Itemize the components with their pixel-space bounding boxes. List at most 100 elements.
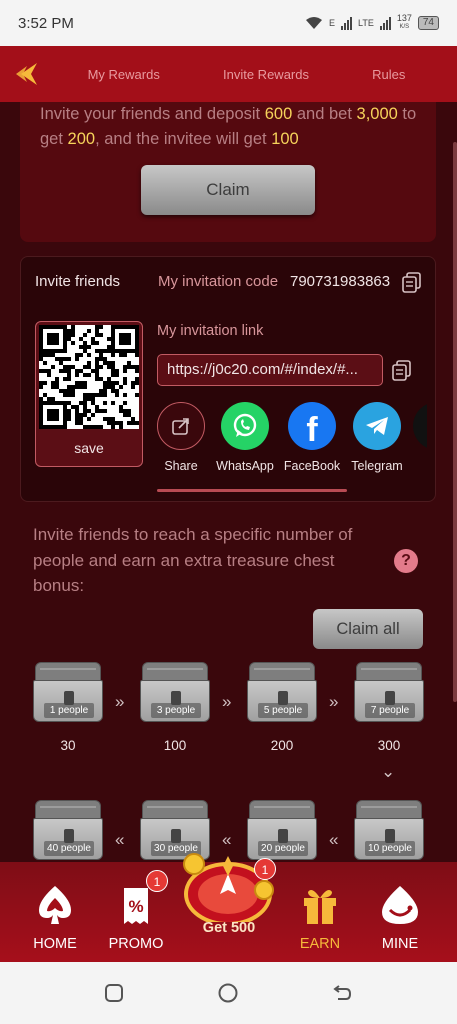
more-share-icon	[413, 402, 427, 450]
bottom-nav: HOME % 1 PROMO 1 Get 500 EARN MINE	[0, 853, 457, 962]
chest-lid	[249, 662, 315, 682]
reward-amount: 200	[67, 130, 96, 148]
promo-badge: 1	[146, 870, 168, 892]
treasure-chest[interactable]: 40 people	[33, 800, 103, 860]
back-button[interactable]	[0, 46, 56, 102]
treasure-chest[interactable]: 20 people	[247, 800, 317, 860]
nav-label-earn: EARN	[299, 936, 341, 952]
nav-mine[interactable]: MINE	[360, 862, 440, 962]
treasure-description: Invite friends to reach a specific numbe…	[33, 525, 353, 595]
network-e-label: E	[328, 18, 335, 28]
copy-link-icon[interactable]	[391, 359, 413, 381]
whatsapp-label: WhatsApp	[216, 459, 274, 473]
qr-code-image	[39, 325, 139, 429]
chest-lid	[142, 800, 208, 820]
coupon-icon: %	[124, 888, 148, 924]
promo-text: Invite your friends and deposit 600 and …	[40, 102, 420, 152]
chest-reward-value: 200	[270, 738, 294, 753]
tab-rules[interactable]: Rules	[372, 67, 405, 82]
qr-code-icon	[39, 325, 139, 429]
scrollbar[interactable]	[453, 142, 457, 702]
promo-part: and bet	[296, 105, 352, 123]
nav-promo[interactable]: % 1 PROMO	[96, 862, 176, 962]
invitation-code-value: 790731983863	[290, 273, 391, 290]
nav-home[interactable]: HOME	[15, 862, 95, 962]
facebook-label: FaceBook	[283, 459, 341, 473]
telegram-label: Telegram	[351, 459, 403, 473]
arrow-left-icon: «	[222, 830, 232, 849]
invitee-amount: 100	[271, 130, 299, 148]
treasure-chest[interactable]: 30 people	[140, 800, 210, 860]
share-option-more[interactable]	[413, 402, 427, 450]
share-option-whatsapp[interactable]: WhatsApp	[215, 402, 275, 473]
chest-body: 1 people	[33, 680, 103, 722]
recent-apps-icon[interactable]	[103, 982, 125, 1004]
arrow-right-icon: »	[222, 692, 232, 711]
signal-icon	[341, 16, 352, 30]
share-option-share[interactable]: Share	[151, 402, 211, 473]
qr-code-panel[interactable]: save	[35, 321, 143, 467]
main-content[interactable]: Invite your friends and deposit 600 and …	[0, 102, 457, 862]
share-label: Share	[164, 459, 198, 473]
facebook-icon: f	[288, 402, 336, 450]
chest-people-label: 1 people	[44, 703, 94, 718]
chest-body: 40 people	[33, 818, 103, 860]
invite-title: Invite friends	[35, 273, 121, 290]
chest-body: 7 people	[354, 680, 424, 722]
nav-label-promo: PROMO	[108, 936, 164, 952]
tab-my-rewards[interactable]: My Rewards	[88, 67, 160, 82]
copy-code-icon[interactable]	[401, 271, 423, 293]
speed-unit: K/S	[399, 24, 410, 30]
treasure-chest[interactable]: 5 people	[247, 662, 317, 722]
chest-reward-value: 30	[60, 738, 76, 753]
chest-people-label: 40 people	[44, 841, 94, 856]
treasure-chest[interactable]: 10 people	[354, 800, 424, 860]
share-option-telegram[interactable]: Telegram	[347, 402, 407, 473]
treasure-chest[interactable]: 7 people	[354, 662, 424, 722]
network-speed: 137 K/S	[397, 14, 412, 32]
battery-icon: 74	[417, 16, 439, 30]
invitation-link-label: My invitation link	[157, 323, 264, 339]
nav-earn[interactable]: EARN	[280, 862, 360, 962]
system-nav-bar	[0, 962, 457, 1024]
nav-label-get-500: Get 500	[202, 920, 256, 936]
wheel-badge: 1	[254, 858, 276, 880]
telegram-icon	[353, 402, 401, 450]
share-scroll-indicator	[157, 489, 347, 492]
share-option-facebook[interactable]: f FaceBook	[282, 402, 342, 473]
claim-all-button[interactable]: Claim all	[313, 609, 423, 649]
share-options: Share WhatsApp f FaceBook Telegram	[157, 402, 427, 482]
tab-bar: My Rewards Invite Rewards Rules	[56, 67, 457, 82]
nav-get-500[interactable]: 1 Get 500	[183, 853, 276, 962]
invitation-code-label: My invitation code	[158, 273, 279, 290]
deposit-reward-card: Invite your friends and deposit 600 and …	[20, 102, 436, 242]
chest-lid	[356, 662, 422, 682]
treasure-chest[interactable]: 3 people	[140, 662, 210, 722]
chest-people-label: 7 people	[365, 703, 415, 718]
arrow-left-icon: «	[329, 830, 339, 849]
whatsapp-icon	[221, 402, 269, 450]
treasure-chest[interactable]: 1 people	[33, 662, 103, 722]
chest-lid	[35, 662, 101, 682]
home-system-icon[interactable]	[217, 982, 239, 1004]
nav-label-mine: MINE	[381, 936, 419, 952]
gift-icon	[304, 890, 336, 924]
arrow-right-icon: »	[329, 692, 339, 711]
promo-part: , and the invitee will get	[95, 130, 267, 148]
deposit-amount: 600	[264, 105, 293, 123]
help-icon[interactable]: ?	[394, 549, 418, 573]
status-icons: E LTE 137 K/S 74	[305, 14, 439, 32]
nav-label-home: HOME	[33, 936, 77, 952]
tab-invite-rewards[interactable]: Invite Rewards	[223, 67, 309, 82]
claim-button[interactable]: Claim	[141, 165, 315, 215]
save-qr-button[interactable]: save	[36, 430, 142, 466]
back-system-icon[interactable]	[331, 982, 353, 1004]
chest-lid	[356, 800, 422, 820]
promo-part: Invite your friends and deposit	[40, 105, 261, 123]
invitation-link-field[interactable]: https://j0c20.com/#/index/#...	[157, 354, 383, 386]
chest-people-label: 5 people	[258, 703, 308, 718]
invite-friends-card: Invite friends My invitation code 790731…	[20, 256, 436, 502]
share-icon	[157, 402, 205, 450]
back-logo-icon	[16, 63, 37, 85]
chest-people-label: 3 people	[151, 703, 201, 718]
